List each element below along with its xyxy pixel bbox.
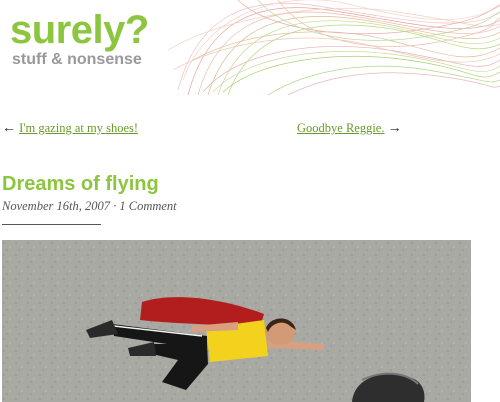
post-navigation: ← I'm gazing at my shoes! Goodbye Reggie… bbox=[0, 121, 500, 141]
previous-post-nav: ← I'm gazing at my shoes! bbox=[2, 121, 138, 137]
post-title[interactable]: Dreams of flying bbox=[2, 172, 159, 196]
next-post-link[interactable]: Goodbye Reggie. bbox=[297, 121, 384, 135]
previous-post-link[interactable]: I'm gazing at my shoes! bbox=[19, 121, 138, 135]
header-swirl-decoration bbox=[168, 0, 500, 95]
site-title[interactable]: surely? bbox=[10, 8, 149, 52]
meta-separator: · bbox=[113, 199, 117, 213]
left-arrow-icon: ← bbox=[2, 121, 16, 136]
divider bbox=[2, 224, 101, 225]
post-photo bbox=[2, 240, 471, 402]
site-header: surely? stuff & nonsense bbox=[0, 0, 500, 95]
comments-link[interactable]: 1 Comment bbox=[119, 199, 176, 213]
site-tagline: stuff & nonsense bbox=[12, 51, 142, 68]
post-date: November 16th, 2007 bbox=[2, 199, 110, 213]
next-post-nav: Goodbye Reggie. → bbox=[297, 121, 402, 137]
right-arrow-icon: → bbox=[387, 121, 402, 136]
post-meta: November 16th, 2007 · 1 Comment bbox=[2, 199, 177, 214]
